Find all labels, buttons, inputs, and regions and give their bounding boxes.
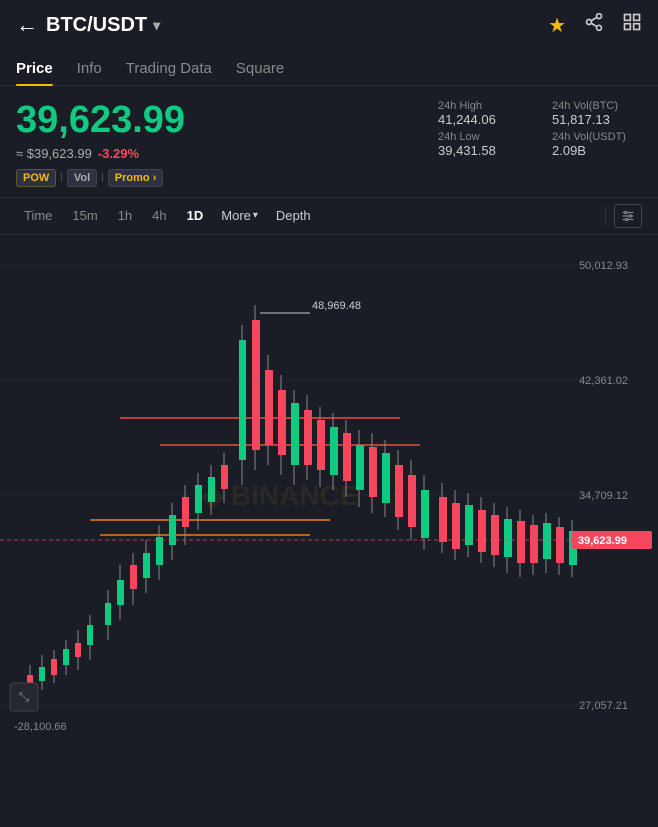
tab-bar: Price Info Trading Data Square [0,50,658,86]
pair-dropdown-icon[interactable]: ▾ [153,17,160,34]
high-label: 24h High [438,100,528,112]
svg-text:34,709.12: 34,709.12 [579,490,628,502]
svg-text:⤡: ⤡ [19,689,30,704]
trading-pair-label: BTC/USDT [46,14,147,37]
toolbar-divider [605,207,606,225]
vol-usdt-label: 24h Vol(USDT) [552,131,642,143]
favorite-icon[interactable]: ★ [548,13,566,38]
low-value: 39,431.58 [438,143,528,158]
more-label: More [221,208,251,223]
low-label: 24h Low [438,131,528,143]
toolbar-more[interactable]: More ▾ [215,204,264,227]
toolbar-depth[interactable]: Depth [268,204,319,227]
main-price: 39,623.99 [16,100,422,142]
svg-text:48,969.48: 48,969.48 [312,300,361,312]
high-value: 41,244.06 [438,112,528,127]
svg-text:39,623.99: 39,623.99 [578,535,627,547]
price-usd-row: ≈ $39,623.99 -3.29% [16,146,422,161]
tab-square[interactable]: Square [236,50,284,85]
tag-promo[interactable]: Promo › [108,169,164,187]
stat-vol-usdt: 24h Vol(USDT) 2.09B [552,131,642,158]
grid-icon[interactable] [622,12,642,38]
svg-text:42,361.02: 42,361.02 [579,375,628,387]
price-tags: POW | Vol | Promo › [16,169,422,187]
toolbar-1d[interactable]: 1D [179,204,212,227]
tab-trading-data[interactable]: Trading Data [126,50,212,85]
stat-24h-high: 24h High 41,244.06 [438,100,528,127]
vol-usdt-value: 2.09B [552,143,642,158]
back-button[interactable]: ← [16,12,38,38]
svg-text:27,057.21: 27,057.21 [579,700,628,712]
svg-text:-28,100.66: -28,100.66 [14,721,67,733]
price-left: 39,623.99 ≈ $39,623.99 -3.29% POW | Vol … [16,100,422,187]
tab-price[interactable]: Price [16,50,53,85]
chart-svg: ◆ BINANCE 50,012.93 42,361.02 34,709.12 … [0,235,658,735]
chart-area[interactable]: ◆ BINANCE 50,012.93 42,361.02 34,709.12 … [0,235,658,735]
price-change: -3.29% [98,146,139,161]
price-stats: 24h High 41,244.06 24h Vol(BTC) 51,817.1… [438,100,642,187]
tag-pow[interactable]: POW [16,169,56,187]
price-section: 39,623.99 ≈ $39,623.99 -3.29% POW | Vol … [0,86,658,197]
svg-text:◆ BINANCE: ◆ BINANCE [201,480,359,511]
toolbar-1h[interactable]: 1h [110,204,140,227]
vol-btc-value: 51,817.13 [552,112,642,127]
header-title: BTC/USDT ▾ [46,14,540,37]
more-dropdown-icon: ▾ [253,210,258,221]
tab-info[interactable]: Info [77,50,102,85]
toolbar-15m[interactable]: 15m [64,204,105,227]
chart-settings-button[interactable] [614,204,642,228]
toolbar-4h[interactable]: 4h [144,204,174,227]
tag-vol[interactable]: Vol [67,169,97,187]
stat-24h-low: 24h Low 39,431.58 [438,131,528,158]
header-icons: ★ [548,12,642,38]
vol-btc-label: 24h Vol(BTC) [552,100,642,112]
chart-toolbar: Time 15m 1h 4h 1D More ▾ Depth [0,197,658,235]
stat-vol-btc: 24h Vol(BTC) 51,817.13 [552,100,642,127]
toolbar-time[interactable]: Time [16,204,60,227]
usd-price: ≈ $39,623.99 [16,146,92,161]
share-icon[interactable] [584,12,604,38]
svg-text:50,012.93: 50,012.93 [579,260,628,272]
header: ← BTC/USDT ▾ ★ [0,0,658,50]
